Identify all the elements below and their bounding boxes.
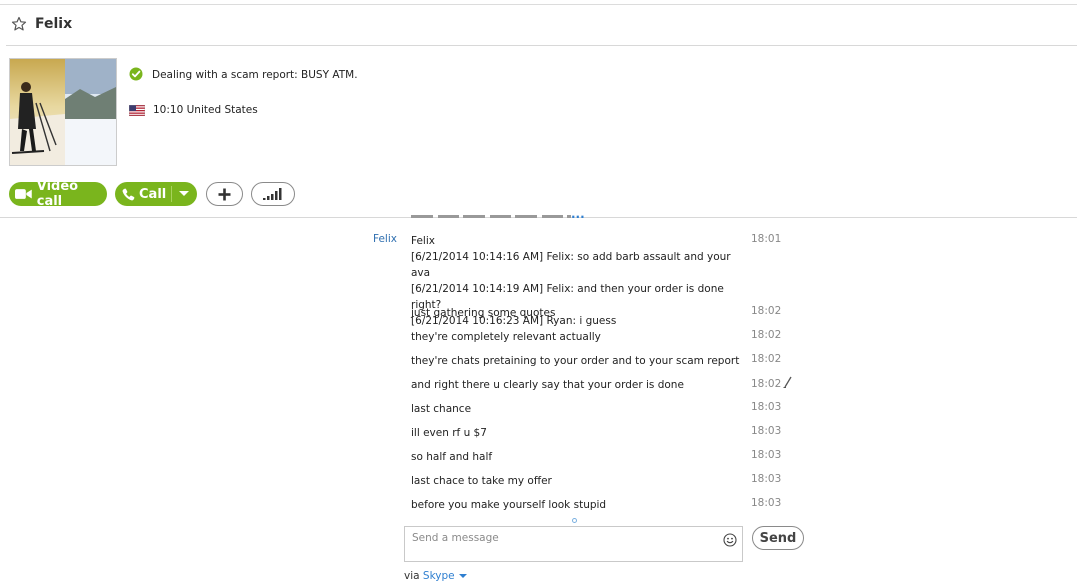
avatar-image xyxy=(10,59,116,165)
message-line: Felix xyxy=(411,235,435,247)
scroll-marker xyxy=(572,518,577,523)
header-divider xyxy=(6,45,1077,46)
video-call-button[interactable]: Video call xyxy=(9,179,107,209)
signal-bars-icon xyxy=(263,188,282,200)
message-time: 18:03 xyxy=(751,473,782,485)
call-label: Call xyxy=(139,186,167,202)
message-time: 18:03 xyxy=(751,425,782,437)
star-icon[interactable] xyxy=(11,16,27,32)
clipped-previous-message xyxy=(411,210,571,218)
message-text: so half and half xyxy=(411,451,493,463)
local-time: 10:10 xyxy=(153,104,184,116)
service-label: Skype xyxy=(422,570,455,582)
contact-name: Felix xyxy=(35,16,73,32)
call-button[interactable]: Call xyxy=(115,182,197,206)
avatar[interactable] xyxy=(9,58,117,166)
local-time-location: 10:10 United States xyxy=(153,104,258,116)
via-service: via Skype xyxy=(404,570,467,582)
message-text: just gathering some quotes xyxy=(411,307,556,319)
video-call-label: Video call xyxy=(36,179,79,209)
online-status-icon xyxy=(129,67,143,81)
message-line: [6/21/2014 10:14:16 AM] Felix: so add ba… xyxy=(411,251,731,279)
chevron-down-icon xyxy=(458,574,467,578)
message-sender[interactable]: Felix xyxy=(373,233,397,245)
pencil-icon[interactable] xyxy=(783,376,793,388)
message-text: ill even rf u $7 xyxy=(411,427,487,439)
smiley-icon[interactable] xyxy=(723,533,737,547)
message-time: 18:02 xyxy=(751,378,782,390)
message-text: they're chats pretaining to your order a… xyxy=(411,355,740,367)
message-composer[interactable] xyxy=(404,526,743,562)
message-text: before you make yourself look stupid xyxy=(411,499,607,511)
message-time: 18:03 xyxy=(751,497,782,509)
service-selector[interactable]: Skype xyxy=(423,570,467,582)
call-quality-button[interactable] xyxy=(251,182,295,206)
message-time: 18:01 xyxy=(751,233,782,245)
message-text: and right there u clearly say that your … xyxy=(411,379,684,391)
us-flag-icon xyxy=(129,105,145,116)
chevron-down-icon[interactable] xyxy=(179,191,189,196)
mood-message: Dealing with a scam report: BUSY ATM. xyxy=(152,69,358,81)
video-camera-icon xyxy=(15,189,32,199)
send-button[interactable]: Send xyxy=(752,526,804,550)
via-label: via xyxy=(404,570,420,582)
message-input[interactable] xyxy=(412,532,712,544)
country-name: United States xyxy=(186,104,258,116)
message-time: 18:03 xyxy=(751,401,782,413)
message-text: last chance xyxy=(411,403,472,415)
message-text: they're completely relevant actually xyxy=(411,331,601,343)
message-time: 18:02 xyxy=(751,329,782,341)
message-time: 18:02 xyxy=(751,353,782,365)
load-more-messages[interactable]: ... xyxy=(571,207,585,221)
call-button-divider xyxy=(171,186,172,202)
conversation-header: Felix xyxy=(0,5,1077,45)
message-time: 18:02 xyxy=(751,305,782,317)
plus-icon xyxy=(218,188,231,200)
message-text: last chace to take my offer xyxy=(411,475,552,487)
message-time: 18:03 xyxy=(751,449,782,461)
add-people-button[interactable] xyxy=(206,182,243,206)
phone-icon xyxy=(122,188,135,200)
